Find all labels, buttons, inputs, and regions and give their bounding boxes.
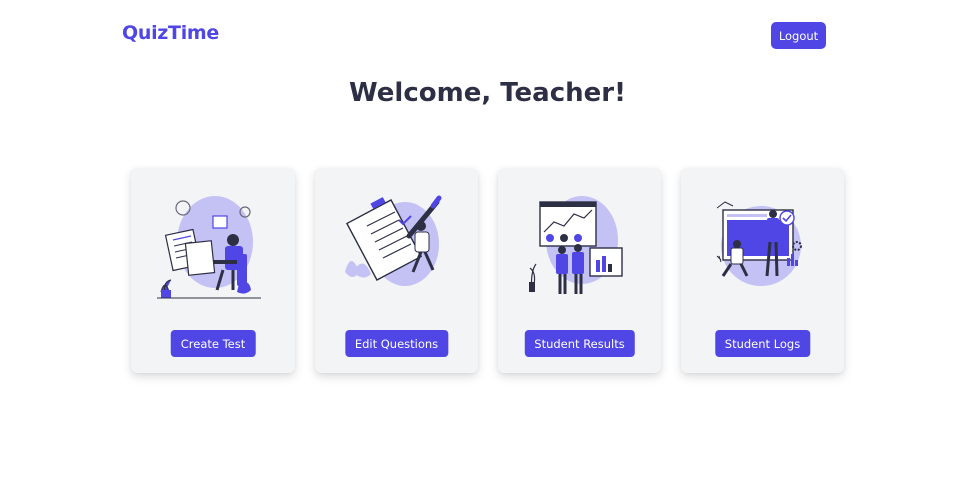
create-test-illustration <box>157 196 261 299</box>
page: QuizTime Logout Welcome, Teacher! Create… <box>0 0 975 490</box>
create-test-button[interactable]: Create Test <box>170 330 256 357</box>
logout-button[interactable]: Logout <box>771 22 826 49</box>
brand-logo[interactable]: QuizTime <box>122 22 219 44</box>
student-results-illustration <box>529 196 623 294</box>
edit-questions-button[interactable]: Edit Questions <box>344 330 449 357</box>
student-logs-illustration <box>716 201 802 286</box>
card-create-test: Create Test <box>131 168 295 373</box>
student-logs-button[interactable]: Student Logs <box>714 330 811 357</box>
card-student-results: Student Results <box>498 168 661 373</box>
student-results-button[interactable]: Student Results <box>524 330 635 357</box>
card-student-logs: Student Logs <box>681 168 844 373</box>
card-edit-questions: Edit Questions <box>315 168 478 373</box>
edit-questions-illustration <box>345 195 442 286</box>
dashboard-cards: Create Test Edit Questions Student Resul… <box>131 168 844 373</box>
page-title: Welcome, Teacher! <box>349 78 626 108</box>
